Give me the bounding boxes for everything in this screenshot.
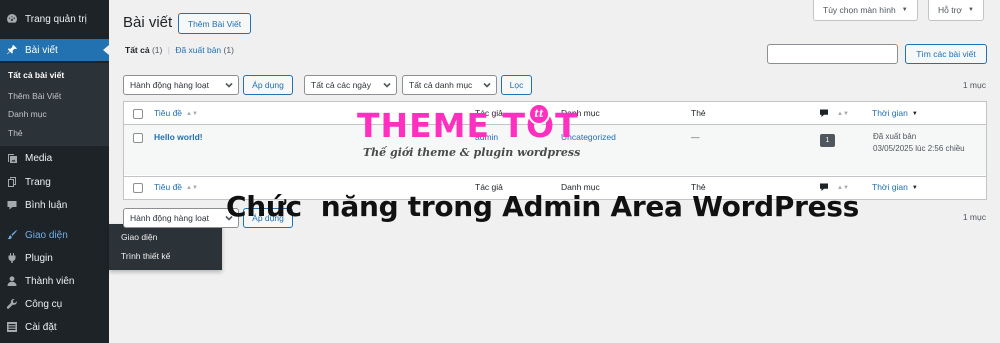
filter-button[interactable]: Lọc [501,75,532,95]
help-tab[interactable]: Hỗ trợ ▼ [928,0,984,21]
sidebar-item-label: Trang [25,176,51,188]
submenu-categories[interactable]: Danh mục [8,109,47,119]
admin-sidebar: Trang quản trị Bài viết Tất cả bài viết … [0,0,109,343]
sidebar-item-appearance[interactable]: Giao diện [0,224,109,246]
post-title-link[interactable]: Hello world! [154,132,203,142]
flyout-item-themes[interactable]: Giao diện [121,232,157,242]
sidebar-item-label: Plugin [25,252,53,264]
footer-separator [124,176,986,177]
page-title: Bài viết [123,14,173,31]
chevron-down-icon [383,81,391,89]
user-icon [6,275,18,287]
sidebar-item-pages[interactable]: Trang [0,171,109,193]
bulk-action-select-bottom[interactable]: Hành động hàng loạt [123,208,239,228]
date-filter-value: Tất cả các ngày [311,80,372,90]
banner-caption: Chức năng trong Admin Area WordPress [226,190,860,223]
sidebar-item-settings[interactable]: Cài đặt [0,316,109,338]
settings-icon [6,321,18,333]
items-count-top: 1 mục [962,80,986,90]
views-separator: | [167,45,170,55]
sort-icon[interactable]: ▲▼ [837,111,849,117]
screen-options-tab[interactable]: Tùy chọn màn hình ▼ [813,0,918,21]
column-tags-header: Thẻ [691,108,706,118]
search-posts-button[interactable]: Tìm các bài viết [905,44,987,64]
pin-icon [6,44,18,56]
add-new-post-button[interactable]: Thêm Bài Viết [178,13,251,34]
apply-button[interactable]: Áp dụng [243,75,293,95]
submenu-all-posts[interactable]: Tất cả bài viết [8,70,64,80]
post-date: Đã xuất bản 03/05/2025 lúc 2:56 chiều [873,131,978,154]
post-tags: — [691,132,700,142]
column-title-footer[interactable]: Tiêu đề ▲▼ [154,182,198,192]
posts-submenu: Tất cả bài viết Thêm Bài Viết Danh mục T… [0,63,109,146]
sidebar-item-media[interactable]: Media [0,147,109,169]
post-date-status: Đã xuất bản [873,132,917,141]
comment-column-icon[interactable] [819,108,829,118]
column-title-label: Tiêu đề [154,108,183,118]
sort-icon: ▲▼ [186,110,198,117]
column-date-label: Thời gian [872,182,908,192]
logo-badge: tt [528,103,550,125]
brush-icon [6,229,18,241]
sidebar-item-plugins[interactable]: Plugin [0,247,109,269]
date-filter-select[interactable]: Tất cả các ngày [304,75,397,95]
sidebar-item-label: Công cụ [25,298,63,310]
caret-down-icon: ▼ [968,7,974,13]
sidebar-item-comments[interactable]: Bình luận [0,194,109,216]
category-filter-value: Tất cả danh mục [409,80,473,90]
column-title-header[interactable]: Tiêu đề ▲▼ [154,108,198,118]
wrench-icon [6,298,18,310]
comment-count-badge[interactable]: 1 [820,134,835,147]
caret-down-icon: ▼ [901,7,908,13]
column-date-footer[interactable]: Thời gian ▼ [872,182,918,192]
flyout-item-editor[interactable]: Trình thiết kế [121,251,170,261]
logo-tagline: Thế giới theme & plugin wordpress [363,146,581,159]
chevron-down-icon [483,81,491,89]
view-published-count: (1) [223,45,234,55]
view-published[interactable]: Đã xuất bản [175,45,221,55]
help-label: Hỗ trợ [938,5,962,15]
post-search-input[interactable] [767,44,898,64]
media-icon [6,152,18,164]
sidebar-item-label: Cài đặt [25,321,57,333]
screen-options-label: Tùy chọn màn hình [823,5,896,15]
category-filter-select[interactable]: Tất cả danh mục [402,75,497,95]
column-title-label: Tiêu đề [154,182,183,192]
submenu-tags[interactable]: Thẻ [8,128,23,138]
appearance-flyout-menu: Giao diện Trình thiết kế [109,224,222,270]
post-date-value: 03/05/2025 lúc 2:56 chiều [873,143,965,153]
sidebar-item-label: Thành viên [25,275,75,287]
sidebar-item-tools[interactable]: Công cụ [0,293,109,315]
sort-desc-icon: ▼ [911,184,918,191]
sidebar-item-dashboard[interactable]: Trang quản trị [0,8,109,30]
bulk-action-select[interactable]: Hành động hàng loạt [123,75,239,95]
bulk-action-value: Hành động hàng loạt [130,80,209,90]
comment-icon [6,199,18,211]
view-all[interactable]: Tất cả [125,45,150,55]
view-all-count: (1) [151,45,163,55]
dashboard-icon [6,13,18,25]
bulk-action-value: Hành động hàng loạt [130,213,209,223]
post-status-views: Tất cả (1) | Đã xuất bản (1) [125,45,234,55]
sidebar-item-label: Trang quản trị [25,13,87,25]
active-menu-arrow [103,45,109,55]
plugin-icon [6,252,18,264]
sidebar-item-label: Giao diện [25,229,68,241]
sidebar-item-users[interactable]: Thành viên [0,270,109,292]
sidebar-item-label: Media [25,152,53,164]
sort-icon: ▲▼ [186,184,198,191]
sidebar-item-label: Bài viết [25,44,58,56]
items-count-bottom: 1 mục [962,212,986,222]
column-date-header[interactable]: Thời gian ▼ [872,108,918,118]
sidebar-item-posts[interactable]: Bài viết [0,39,109,61]
sidebar-item-label: Bình luận [25,199,68,211]
page-icon [6,176,18,188]
select-all-checkbox-footer[interactable] [133,183,143,193]
select-all-checkbox[interactable] [133,109,143,119]
chevron-down-icon [225,81,233,89]
column-date-label: Thời gian [872,108,908,118]
sort-desc-icon: ▼ [911,110,918,117]
row-checkbox[interactable] [133,133,143,143]
submenu-add-new[interactable]: Thêm Bài Viết [8,91,61,101]
